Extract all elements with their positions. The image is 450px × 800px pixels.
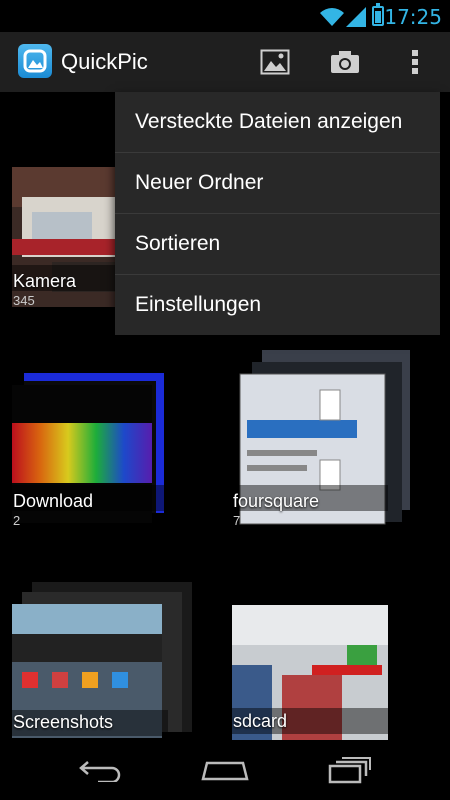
menu-item-settings[interactable]: Einstellungen bbox=[115, 275, 440, 336]
album-name: foursquare bbox=[233, 491, 320, 511]
battery-icon bbox=[372, 3, 384, 26]
wifi-icon bbox=[320, 8, 344, 26]
album-name: Kamera bbox=[13, 271, 77, 291]
menu-item-sort[interactable]: Sortieren bbox=[115, 214, 440, 275]
app-title: QuickPic bbox=[61, 49, 148, 74]
album-count: 2 bbox=[13, 513, 21, 528]
navigation-bar bbox=[0, 740, 450, 800]
menu-item-show-hidden-files[interactable]: Versteckte Dateien anzeigen bbox=[115, 92, 440, 153]
home-button[interactable] bbox=[175, 740, 275, 800]
camera-button[interactable] bbox=[317, 32, 373, 92]
back-icon bbox=[79, 761, 121, 782]
back-button[interactable] bbox=[50, 740, 150, 800]
album-count: 345 bbox=[13, 293, 35, 308]
action-bar: QuickPic bbox=[0, 32, 450, 92]
status-time: 17:25 bbox=[384, 5, 442, 29]
home-icon bbox=[201, 761, 249, 781]
album-name: Screenshots bbox=[13, 712, 114, 732]
album-name: sdcard bbox=[233, 711, 288, 731]
recent-apps-icon bbox=[328, 757, 371, 784]
album-foursquare[interactable]: foursquare 7 bbox=[220, 345, 410, 545]
app-logo-icon[interactable] bbox=[18, 44, 52, 78]
album-name: Download bbox=[13, 491, 94, 511]
overflow-menu-icon bbox=[412, 50, 418, 74]
album-download[interactable]: Download 2 bbox=[0, 365, 180, 565]
overflow-menu: Versteckte Dateien anzeigen Neuer Ordner… bbox=[115, 92, 440, 335]
album-count: 7 bbox=[233, 513, 241, 528]
overflow-menu-button[interactable] bbox=[387, 32, 443, 92]
recent-apps-button[interactable] bbox=[300, 740, 400, 800]
image-icon bbox=[260, 49, 290, 75]
signal-icon bbox=[346, 7, 366, 27]
menu-item-new-folder[interactable]: Neuer Ordner bbox=[115, 153, 440, 214]
gallery-button[interactable] bbox=[247, 32, 303, 92]
camera-icon bbox=[331, 51, 359, 73]
status-bar: 17:25 bbox=[0, 0, 450, 32]
